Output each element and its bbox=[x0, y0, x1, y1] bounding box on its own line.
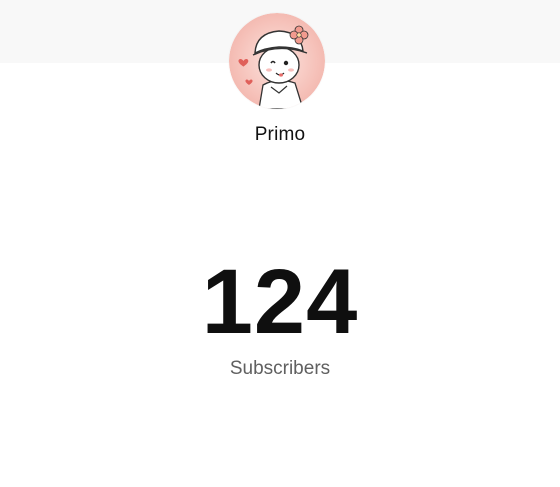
subscriber-counter-page: Primo 124 Subscribers bbox=[0, 0, 560, 487]
channel-name: Primo bbox=[254, 124, 306, 145]
subscriber-count-label: Subscribers bbox=[229, 358, 331, 379]
channel-avatar[interactable] bbox=[229, 13, 325, 109]
chibi-character-avatar-icon bbox=[229, 13, 325, 109]
subscriber-count: 124 bbox=[201, 251, 359, 353]
